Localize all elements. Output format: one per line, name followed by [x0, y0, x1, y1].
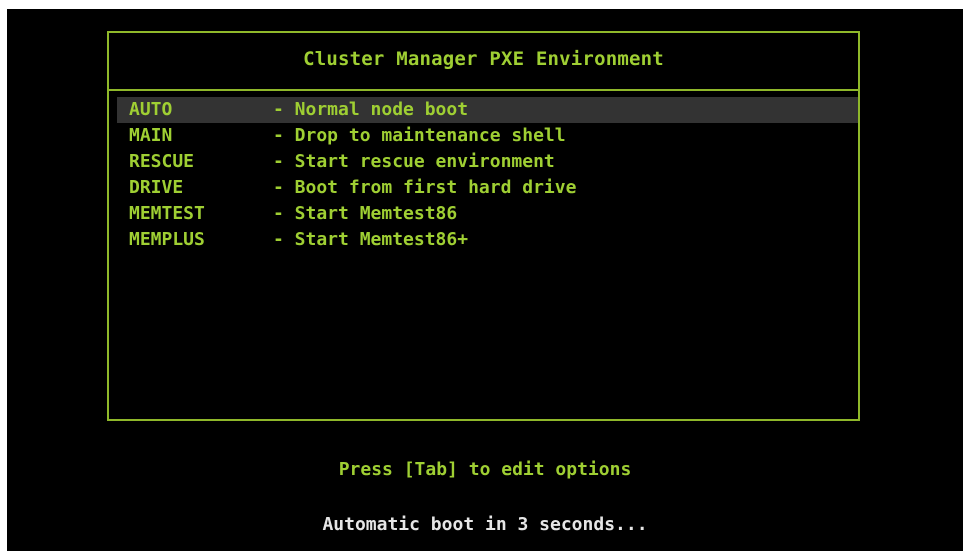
menu-item-key: MAIN: [129, 125, 173, 146]
menu-item-description: - Boot from first hard drive: [273, 177, 577, 198]
menu-item-main[interactable]: MAIN - Drop to maintenance shell: [117, 123, 858, 149]
auto-boot-countdown: Automatic boot in 3 seconds...: [322, 514, 648, 535]
edit-options-hint: Press [Tab] to edit options: [338, 459, 632, 480]
menu-title: Cluster Manager PXE Environment: [109, 33, 858, 91]
menu-item-description: - Start rescue environment: [273, 151, 555, 172]
menu-item-drive[interactable]: DRIVE - Boot from first hard drive: [117, 175, 858, 201]
menu-item-key: MEMTEST: [129, 203, 205, 224]
menu-item-description: - Drop to maintenance shell: [273, 125, 566, 146]
menu-item-key: DRIVE: [129, 177, 184, 198]
menu-item-key: MEMPLUS: [129, 229, 205, 250]
menu-item-key: RESCUE: [129, 151, 195, 172]
menu-item-description: - Start Memtest86+: [273, 229, 469, 250]
boot-screen: Cluster Manager PXE Environment AUTO - N…: [7, 9, 963, 551]
menu-item-description: - Normal node boot: [273, 99, 469, 120]
menu-item-auto[interactable]: AUTO - Normal node boot: [117, 97, 858, 123]
boot-menu-frame: Cluster Manager PXE Environment AUTO - N…: [107, 31, 860, 421]
menu-item-description: - Start Memtest86: [273, 203, 458, 224]
menu-item-key: AUTO: [129, 99, 173, 120]
menu-item-rescue[interactable]: RESCUE - Start rescue environment: [117, 149, 858, 175]
boot-menu-list: AUTO - Normal node boot MAIN - Drop to m…: [117, 97, 858, 253]
menu-item-memtest[interactable]: MEMTEST - Start Memtest86: [117, 201, 858, 227]
menu-item-memplus[interactable]: MEMPLUS - Start Memtest86+: [117, 227, 858, 253]
